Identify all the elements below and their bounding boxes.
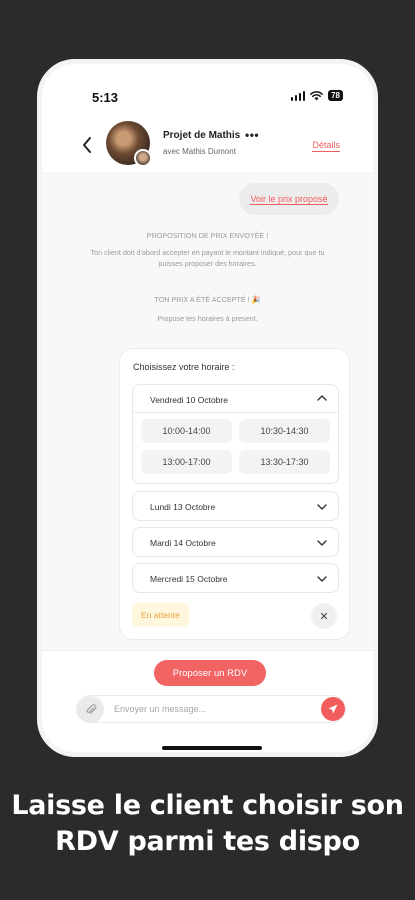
caption-line-1: Laisse le client choisir son [11,790,404,821]
signal-icon [290,90,306,101]
system-title-accepted: TON PRIX A ÉTÉ ACCEPTÉ ! 🎉 [154,295,261,304]
message-bar: Envoyer un message... [76,695,346,723]
message-input[interactable]: Envoyer un message... [114,704,206,714]
details-link[interactable]: Détails [312,140,340,152]
day-label: Lundi 13 Octobre [150,502,216,512]
chevron-down-icon [317,576,327,582]
project-title: Projet de Mathis [163,130,241,141]
chevron-down-icon [317,504,327,510]
chevron-down-icon [317,540,327,546]
system-text-sent: Ton client doit d'abord accepter en paya… [90,248,325,268]
day-header[interactable]: Vendredi 10 Octobre [133,385,338,413]
caption-line-2: RDV parmi tes dispo [55,826,360,857]
day-accordion[interactable]: Mercredi 15 Octobre [132,563,339,593]
time-slots: 10:00-14:00 10:30-14:30 13:00-17:00 13:3… [141,419,330,474]
status-icons: 78 [290,90,343,101]
day-accordion[interactable]: Lundi 13 Octobre [132,491,339,521]
status-bar: 5:13 78 [42,64,373,116]
client-avatar [134,149,152,167]
chat-body[interactable]: Voir le prix proposé PROPOSITION DE PRIX… [42,175,373,650]
system-title-sent: PROPOSITION DE PRIX ENVOYÉE ! [146,231,269,240]
attachment-icon[interactable] [77,696,104,723]
chevron-up-icon [317,395,327,401]
schedule-card: Choisissez votre horaire : Vendredi 10 O… [119,348,350,640]
wifi-icon [310,90,324,100]
back-arrow-icon[interactable] [80,135,94,155]
system-text-accepted: Propose tes horaires à present. [157,314,258,323]
day-accordion-open: Vendredi 10 Octobre 10:00-14:00 10:30-14… [132,384,339,484]
time-slot[interactable]: 13:30-17:30 [239,450,330,474]
close-icon[interactable]: ✕ [311,603,337,629]
schedule-title: Choisissez votre horaire : [133,362,235,372]
time-slot[interactable]: 10:00-14:00 [141,419,232,443]
day-label: Vendredi 10 Octobre [150,395,228,405]
send-icon[interactable] [321,697,345,721]
promo-caption: Laisse le client choisir son RDV parmi t… [0,788,415,860]
time-slot[interactable]: 10:30-14:30 [239,419,330,443]
chat-header: Projet de Mathis ••• avec Mathis Dumont … [42,116,373,174]
price-bubble[interactable]: Voir le prix proposé [239,183,339,215]
status-badge: En attente [132,603,189,627]
day-label: Mardi 14 Octobre [150,538,216,548]
time-slot[interactable]: 13:00-17:00 [141,450,232,474]
home-indicator [162,746,262,750]
battery-icon: 78 [328,90,343,101]
day-label: Mercredi 15 Octobre [150,574,228,584]
view-price-link[interactable]: Voir le prix proposé [250,194,328,205]
more-options-icon[interactable]: ••• [245,128,259,142]
status-time: 5:13 [92,90,119,105]
phone-frame: 5:13 78 Projet de Mathis ••• avec Mathis… [37,59,378,757]
project-subtitle: avec Mathis Dumont [163,147,236,156]
chat-footer: Proposer un RDV Envoyer un message... [42,650,373,752]
propose-rdv-button[interactable]: Proposer un RDV [154,660,266,686]
day-accordion[interactable]: Mardi 14 Octobre [132,527,339,557]
